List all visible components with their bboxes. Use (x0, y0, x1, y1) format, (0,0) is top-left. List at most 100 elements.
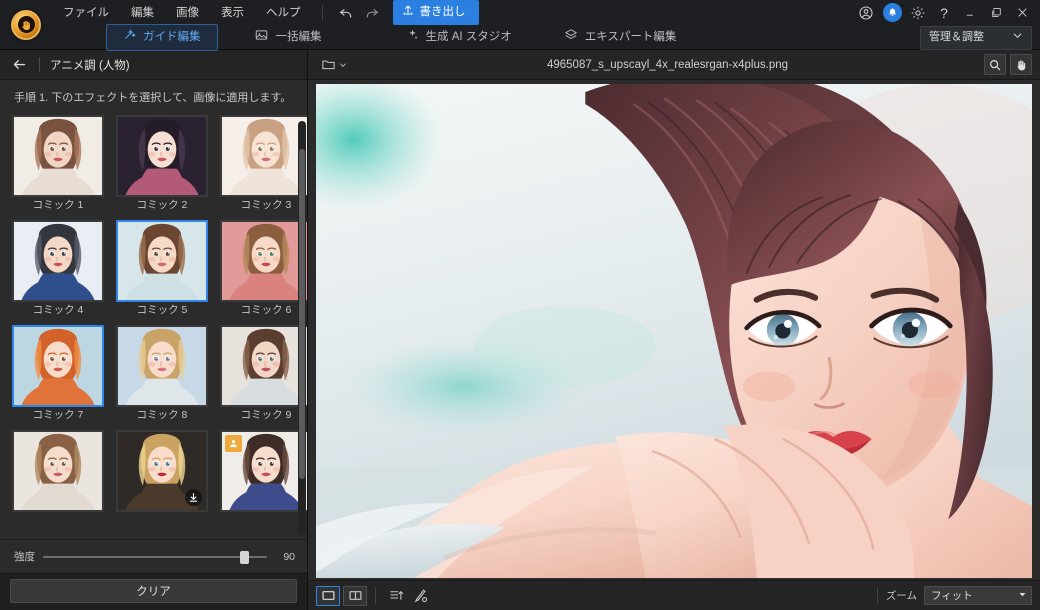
effect-cell: コミック 6 (220, 220, 307, 320)
effect-cell (12, 430, 104, 530)
effects-scroll-area[interactable]: コミック 1 コミック 2 (0, 115, 307, 539)
tab-expert-edit[interactable]: エキスパート編集 (548, 25, 693, 51)
download-icon[interactable] (185, 489, 202, 506)
effect-label (116, 514, 208, 527)
maximize-icon[interactable] (984, 3, 1008, 23)
effect-cell: コミック 4 (12, 220, 104, 320)
sidebar-title: アニメ調 (人物) (50, 57, 130, 73)
effect-cell (220, 430, 307, 530)
effect-thumbnail[interactable] (12, 115, 104, 197)
manage-adjust-label: 管理＆調整 (929, 30, 984, 45)
canvas-tools (984, 54, 1032, 75)
pan-hand-icon[interactable] (1010, 54, 1032, 75)
effect-thumbnail[interactable] (220, 115, 307, 197)
minimize-icon[interactable] (958, 3, 982, 23)
help-glyph: ? (940, 6, 948, 20)
effect-label (12, 514, 104, 527)
effects-grid: コミック 1 コミック 2 (12, 115, 297, 536)
account-icon[interactable] (854, 3, 878, 23)
single-view-button[interactable] (316, 586, 340, 606)
effect-thumbnail[interactable] (220, 430, 307, 512)
main-body: アニメ調 (人物) 手順 1. 下のエフェクトを選択して、画像に適用します。 コ… (0, 50, 1040, 610)
split-view-button[interactable] (343, 586, 367, 606)
help-icon[interactable]: ? (932, 3, 956, 23)
sidebar-footer: クリア (0, 573, 307, 610)
zoom-value: フィット (931, 588, 973, 603)
tab-generative-ai-studio-label: 生成 AI スタジオ (426, 29, 512, 46)
effect-label: コミック 3 (220, 199, 307, 212)
layers-stack-icon (564, 28, 578, 48)
effect-cell: コミック 2 (116, 115, 208, 215)
menu-divider (322, 5, 323, 21)
effect-label: コミック 5 (116, 304, 208, 317)
tab-batch-edit-label: 一括編集 (276, 29, 322, 46)
edited-image[interactable] (316, 84, 1032, 578)
tab-expert-edit-label: エキスパート編集 (585, 29, 677, 46)
premium-badge-icon (225, 435, 242, 452)
toolbar-divider (375, 587, 376, 604)
effect-thumbnail[interactable] (220, 325, 307, 407)
export-button[interactable]: 書き出し (393, 0, 479, 25)
settings-gear-icon[interactable] (906, 3, 930, 23)
intensity-value: 90 (275, 551, 295, 563)
effect-thumbnail[interactable] (116, 220, 208, 302)
redo-arrow-icon[interactable] (359, 2, 385, 24)
magic-wand-icon (123, 28, 136, 47)
effect-thumbnail[interactable] (116, 325, 208, 407)
canvas-viewport[interactable] (308, 80, 1040, 580)
image-filename: 4965087_s_upscayl_4x_realesrgan-x4plus.p… (351, 59, 984, 71)
window-controls-area: ? 管理＆調整 (870, 0, 1040, 50)
effect-thumbnail[interactable] (116, 115, 208, 197)
folder-dropdown-icon[interactable] (316, 55, 351, 74)
manage-adjust-dropdown[interactable]: 管理＆調整 (920, 26, 1032, 50)
menu-edit[interactable]: 編集 (120, 1, 165, 25)
effect-label: コミック 4 (12, 304, 104, 317)
canvas-area: 4965087_s_upscayl_4x_realesrgan-x4plus.p… (308, 50, 1040, 610)
effect-label: コミック 2 (116, 199, 208, 212)
export-upload-icon (402, 4, 414, 21)
clear-button[interactable]: クリア (10, 579, 297, 603)
header-divider (39, 57, 40, 72)
menu-image[interactable]: 画像 (165, 1, 210, 25)
effect-label: コミック 6 (220, 304, 307, 317)
sparkle-icon (406, 28, 419, 47)
notification-bell-icon (883, 3, 902, 22)
intensity-slider[interactable] (43, 550, 267, 564)
sidebar-scrollbar[interactable] (298, 121, 306, 535)
chevron-down-icon (1012, 30, 1023, 46)
scrollbar-thumb[interactable] (299, 149, 305, 479)
zoom-dropdown[interactable]: フィット (924, 586, 1032, 605)
instruction-text: 手順 1. 下のエフェクトを選択して、画像に適用します。 (0, 80, 307, 115)
slider-track (43, 556, 267, 558)
zoom-magnifier-icon[interactable] (984, 54, 1006, 75)
effect-label: コミック 9 (220, 409, 307, 422)
undo-arrow-icon[interactable] (333, 2, 359, 24)
brush-reset-icon[interactable] (408, 586, 432, 606)
close-icon[interactable] (1010, 3, 1034, 23)
tab-batch-edit[interactable]: 一括編集 (238, 25, 338, 51)
back-arrow-icon[interactable] (10, 57, 29, 72)
effect-thumbnail[interactable] (12, 220, 104, 302)
layers-order-icon[interactable] (384, 586, 408, 606)
top-bar: ファイル 編集 画像 表示 ヘルプ (0, 0, 1040, 50)
menu-file[interactable]: ファイル (52, 1, 120, 25)
golden-hand-logo (11, 10, 41, 40)
app-logo (0, 0, 52, 49)
bottom-toolbar: ズーム フィット (308, 580, 1040, 610)
effect-cell: コミック 1 (12, 115, 104, 215)
effect-thumbnail[interactable] (116, 430, 208, 512)
zoom-label: ズーム (886, 588, 917, 603)
effect-thumbnail[interactable] (12, 325, 104, 407)
effect-cell: コミック 3 (220, 115, 307, 215)
tab-guide-edit[interactable]: ガイド編集 (106, 24, 218, 51)
effect-cell: コミック 9 (220, 325, 307, 425)
sidebar-header: アニメ調 (人物) (0, 50, 307, 80)
effect-thumbnail[interactable] (12, 430, 104, 512)
notification-bell-button[interactable] (880, 3, 904, 23)
menu-help[interactable]: ヘルプ (255, 1, 312, 25)
tab-generative-ai-studio[interactable]: 生成 AI スタジオ (390, 25, 528, 50)
slider-knob[interactable] (240, 551, 249, 564)
effect-thumbnail[interactable] (220, 220, 307, 302)
effect-cell: コミック 8 (116, 325, 208, 425)
menu-view[interactable]: 表示 (210, 1, 255, 25)
